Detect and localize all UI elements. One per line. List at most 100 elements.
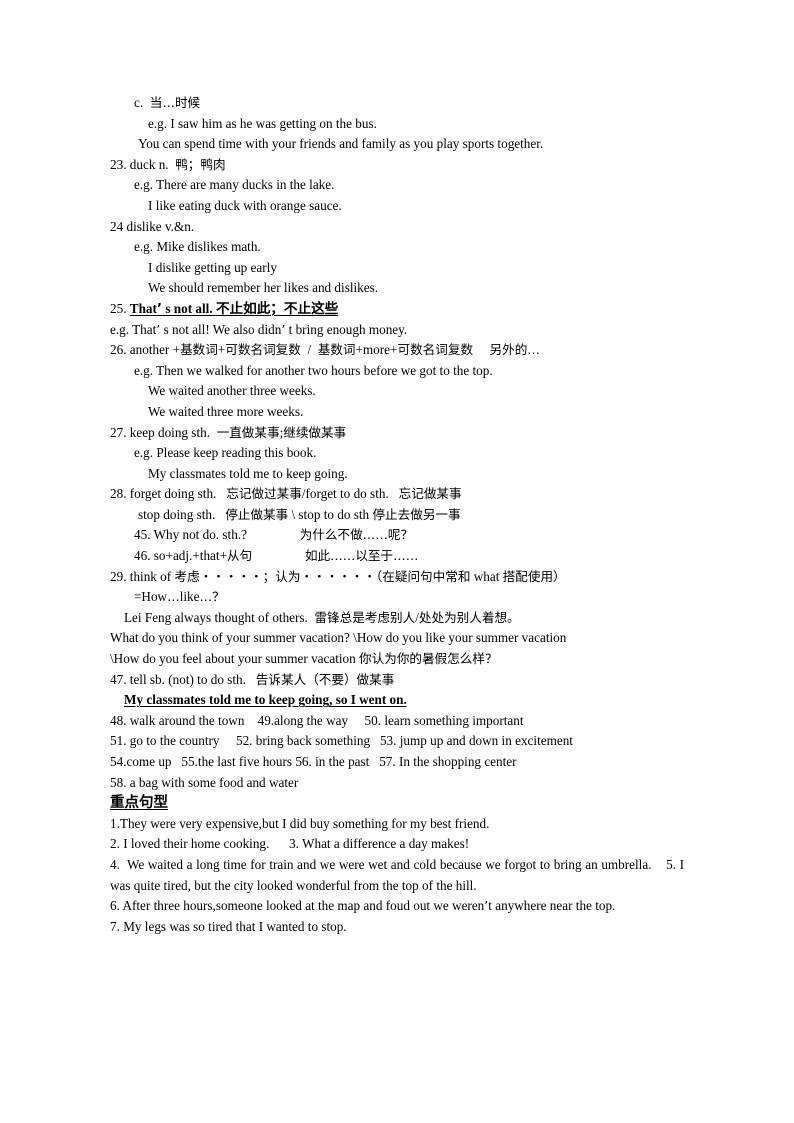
document-line: 45. Why not do. sth.? 为什么不做……呢？ bbox=[110, 525, 684, 546]
line-text: c. 当…时候 bbox=[134, 95, 200, 110]
line-text: 47. tell sb. (not) to do sth. 告诉某人（不要）做某… bbox=[110, 672, 394, 687]
document-line: My classmates told me to keep going, so … bbox=[110, 690, 684, 711]
latin-run bbox=[473, 342, 489, 357]
latin-run: My classmates told me to keep going. bbox=[148, 465, 348, 481]
document-line: e.g. There are many ducks in the lake. bbox=[110, 175, 684, 196]
latin-run: what bbox=[470, 568, 503, 584]
latin-run: 45. Why not do. sth.? bbox=[134, 527, 300, 543]
cjk-run: 忘记做过某事 bbox=[226, 486, 302, 502]
latin-run: e.g. Mike dislikes math. bbox=[134, 239, 261, 255]
latin-run: s not all. bbox=[162, 300, 216, 316]
latin-run: My classmates told me to keep going, so … bbox=[124, 692, 407, 708]
cjk-run: 考虑・・・・・；认为・・・・・・（在疑问句中常和 bbox=[174, 568, 471, 584]
latin-run: 51. go to the country 52. bring back som… bbox=[110, 733, 573, 749]
cjk-run: 一直做某事 bbox=[216, 424, 280, 440]
document-line: 4. We waited a long time for train and w… bbox=[110, 855, 684, 896]
document-line: We should remember her likes and dislike… bbox=[110, 278, 684, 299]
document-line: You can spend time with your friends and… bbox=[110, 134, 684, 155]
line-text: 46. so+adj.+that+从句 如此……以至于…… bbox=[134, 548, 418, 563]
latin-run: 29. think of bbox=[110, 568, 175, 584]
latin-run: t bring enough money. bbox=[285, 321, 408, 337]
line-text: 1.They were very expensive,but I did buy… bbox=[110, 816, 489, 831]
latin-run: /forget to do sth. bbox=[301, 486, 399, 502]
latin-run: 46. so+adj.+that+ bbox=[134, 548, 228, 564]
latin-run: That bbox=[129, 300, 157, 316]
document-line: stop doing sth. 停止做某事 \ stop to do sth 停… bbox=[110, 505, 684, 526]
document-line: 27. keep doing sth. 一直做某事;继续做某事 bbox=[110, 423, 684, 444]
latin-run: 47. tell sb. (not) to do sth. bbox=[110, 671, 256, 687]
latin-run: 28. forget doing sth. bbox=[110, 486, 227, 502]
latin-run bbox=[252, 548, 305, 563]
latin-run: e.g. Please keep reading this book. bbox=[134, 445, 317, 461]
line-number-prefix: 25. bbox=[110, 300, 130, 316]
document-line: 重点句型 bbox=[110, 793, 684, 814]
document-line: 28. forget doing sth. 忘记做过某事/forget to d… bbox=[110, 484, 684, 505]
line-text: 27. keep doing sth. 一直做某事;继续做某事 bbox=[110, 425, 346, 440]
document-line: Lei Feng always thought of others. 雷锋总是考… bbox=[110, 608, 684, 629]
document-page: c. 当…时候 e.g. I saw him as he was getting … bbox=[0, 0, 794, 1123]
cjk-run: 继续做某事 bbox=[283, 424, 347, 440]
cjk-run: 雷锋总是考虑别人 bbox=[314, 609, 416, 625]
line-text: stop doing sth. 停止做某事 \ stop to do sth 停… bbox=[138, 507, 461, 522]
line-text: We waited three more weeks. bbox=[148, 404, 303, 419]
latin-run: We waited three more weeks. bbox=[148, 403, 304, 419]
latin-run: 1.They were very expensive,but I did buy… bbox=[110, 815, 490, 831]
line-text: e.g. Please keep reading this book. bbox=[134, 445, 316, 460]
line-text: e.g. Mike dislikes math. bbox=[134, 239, 261, 254]
cjk-run: 可数名词复数 bbox=[225, 342, 301, 358]
document-line: e.g. Mike dislikes math. bbox=[110, 237, 684, 258]
latin-run: We waited another three weeks. bbox=[148, 383, 316, 399]
latin-run: e.g. There are many ducks in the lake. bbox=[134, 177, 335, 193]
document-line: e.g. That’ s not all! We also didn’ t br… bbox=[110, 320, 684, 341]
line-text: 26. another +基数词+可数名词复数 / 基数词+more+可数名词复… bbox=[110, 342, 540, 357]
latin-run: I dislike getting up early bbox=[148, 259, 277, 275]
document-line: e.g. I saw him as he was getting on the … bbox=[110, 114, 684, 135]
latin-run: \ stop to do sth bbox=[288, 506, 373, 522]
latin-run: stop doing sth. bbox=[138, 506, 226, 522]
latin-run: =How bbox=[134, 589, 168, 605]
latin-run: t anywhere near the top. bbox=[488, 898, 616, 914]
line-text: I dislike getting up early bbox=[148, 260, 277, 275]
cjk-run: 停止去做另一事 bbox=[372, 506, 461, 522]
latin-run: What do you think of your summer vacatio… bbox=[110, 630, 567, 646]
line-text: 6. After three hours,someone looked at t… bbox=[110, 898, 615, 913]
line-text: My classmates told me to keep going. bbox=[148, 466, 348, 481]
line-text: We waited another three weeks. bbox=[148, 383, 316, 398]
latin-run: 27. keep doing sth. bbox=[110, 424, 217, 440]
latin-run: 2. I loved their home cooking. 3. What a… bbox=[110, 836, 470, 852]
document-line: 1.They were very expensive,but I did buy… bbox=[110, 814, 684, 835]
document-line: e.g. Please keep reading this book. bbox=[110, 443, 684, 464]
line-text: 29. think of 考虑・・・・・；认为・・・・・・（在疑问句中常和 wh… bbox=[110, 569, 566, 584]
cjk-run: 如此……以至于…… bbox=[304, 548, 419, 564]
document-line: e.g. Then we walked for another two hour… bbox=[110, 361, 684, 382]
document-line: What do you think of your summer vacatio… bbox=[110, 628, 684, 649]
line-text: What do you think of your summer vacatio… bbox=[110, 630, 566, 645]
document-line: My classmates told me to keep going. bbox=[110, 464, 684, 485]
latin-run: like bbox=[179, 589, 200, 605]
line-text: =How…like…？ bbox=[134, 589, 225, 604]
latin-run: \How do you feel about your summer vacat… bbox=[110, 651, 360, 667]
line-text: 58. a bag with some food and water bbox=[110, 775, 298, 790]
latin-run: e.g. That bbox=[110, 321, 157, 337]
latin-run: We should remember her likes and dislike… bbox=[148, 280, 379, 296]
line-text: That’ s not all. 不止如此；不止这些 bbox=[129, 300, 339, 317]
document-line: 54.come up 55.the last five hours 56. in… bbox=[110, 752, 684, 773]
document-line: 2. I loved their home cooking. 3. What a… bbox=[110, 834, 684, 855]
latin-run: 7. My legs was so tired that I wanted to… bbox=[110, 918, 347, 934]
latin-run: 23. duck n. bbox=[110, 156, 176, 172]
document-line: I like eating duck with orange sauce. bbox=[110, 196, 684, 217]
latin-run: 26. another + bbox=[110, 342, 181, 358]
cjk-run: 告诉某人（不要）做某事 bbox=[255, 671, 395, 687]
latin-run: 4. We waited a long time for train and w… bbox=[110, 856, 688, 893]
cjk-run: 不止如此；不止这些 bbox=[215, 300, 339, 317]
document-line: We waited another three weeks. bbox=[110, 381, 684, 402]
latin-run: e.g. I saw him as he was getting on the … bbox=[148, 115, 377, 131]
document-line: =How…like…？ bbox=[110, 587, 684, 608]
latin-run: +more+ bbox=[355, 342, 398, 358]
document-body: c. 当…时候 e.g. I saw him as he was getting … bbox=[110, 93, 684, 937]
document-line: 23. duck n. 鸭；鸭肉 bbox=[110, 155, 684, 176]
line-text: 54.come up 55.the last five hours 56. in… bbox=[110, 754, 517, 769]
line-text: e.g. There are many ducks in the lake. bbox=[134, 177, 334, 192]
cjk-run: 你认为你的暑假怎么样？ bbox=[359, 651, 498, 667]
latin-run: 48. walk around the town 49.along the wa… bbox=[110, 712, 524, 728]
